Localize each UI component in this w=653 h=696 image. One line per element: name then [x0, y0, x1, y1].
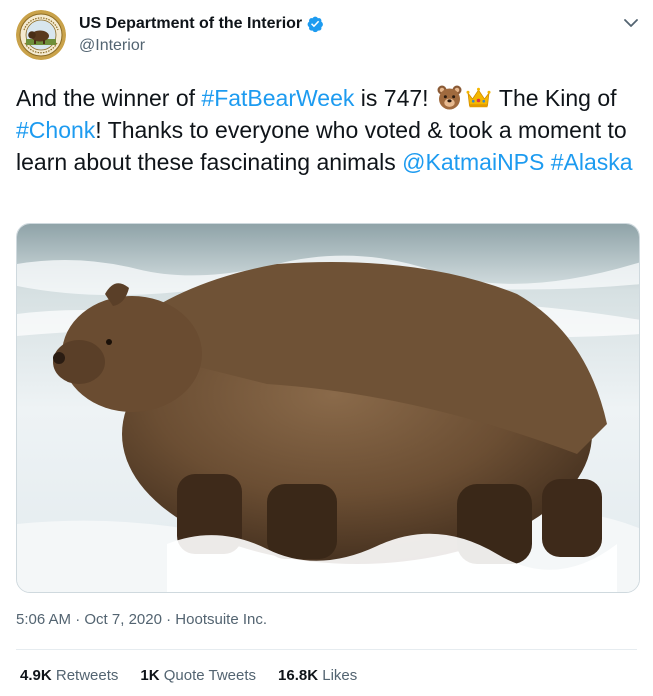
likes-count: 16.8K	[278, 667, 319, 684]
hashtag-link[interactable]: #Alaska	[551, 149, 633, 175]
tweet-card: US Department of the Interior @Interior …	[0, 0, 653, 696]
retweets-label: Retweets	[55, 667, 119, 684]
handle[interactable]: @Interior	[79, 37, 324, 55]
mention-link[interactable]: @KatmaiNPS	[402, 149, 544, 175]
retweets-stat[interactable]: 4.9K Retweets	[20, 667, 118, 684]
meta-separator: ·	[161, 611, 176, 628]
retweets-count: 4.9K	[20, 667, 52, 684]
bear-face-emoji	[436, 84, 463, 111]
more-options-chevron-icon[interactable]	[620, 12, 642, 34]
tweet-stats: 4.9K Retweets 1K Quote Tweets 16.8K Like…	[20, 667, 379, 684]
display-name[interactable]: US Department of the Interior	[79, 15, 302, 33]
likes-label: Likes	[322, 667, 358, 684]
tweet-time[interactable]: 5:06 AM	[16, 611, 71, 628]
hashtag-link[interactable]: #FatBearWeek	[201, 85, 354, 111]
tweet-text-segment: And the winner of	[16, 85, 202, 111]
tweet-text: And the winner of #FatBearWeek is 747! T…	[16, 82, 641, 178]
crown-emoji	[465, 84, 492, 111]
quotes-label: Quote Tweets	[163, 667, 257, 684]
quote-tweets-stat[interactable]: 1K Quote Tweets	[140, 667, 256, 684]
avatar[interactable]	[16, 10, 66, 60]
verified-badge-icon	[306, 15, 324, 33]
tweet-text-segment: is 747!	[354, 85, 435, 111]
author-block: US Department of the Interior @Interior	[79, 14, 324, 55]
hashtag-link[interactable]: #Chonk	[16, 117, 95, 143]
name-row: US Department of the Interior	[79, 14, 324, 34]
likes-stat[interactable]: 16.8K Likes	[278, 667, 357, 684]
tweet-date[interactable]: Oct 7, 2020	[84, 611, 162, 628]
divider	[16, 649, 637, 650]
tweet-meta: 5:06 AM · Oct 7, 2020 · Hootsuite Inc.	[16, 611, 267, 628]
tweet-source[interactable]: Hootsuite Inc.	[175, 611, 267, 628]
tweet-text-segment: The King of	[492, 85, 617, 111]
department-seal-icon	[16, 10, 66, 60]
meta-separator: ·	[71, 611, 85, 628]
quotes-count: 1K	[140, 667, 160, 684]
tweet-photo[interactable]	[16, 223, 640, 593]
bear-photo-image	[17, 224, 639, 592]
